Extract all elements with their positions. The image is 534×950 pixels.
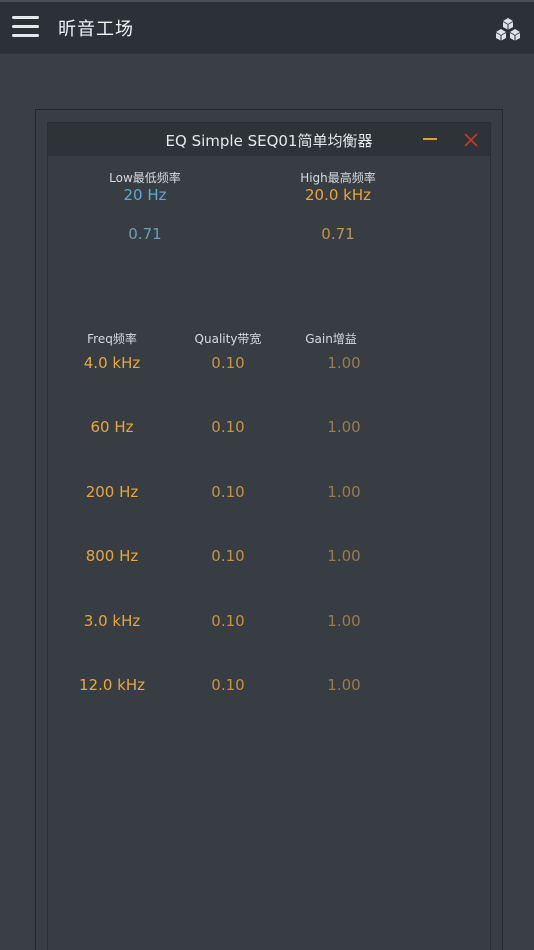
gain-header: Gain增益 xyxy=(305,332,357,346)
band-6-gain[interactable]: 1.00 xyxy=(294,676,394,694)
high-freq-value[interactable]: 20.0 kHz xyxy=(278,186,398,204)
band-5-gain[interactable]: 1.00 xyxy=(294,612,394,630)
band-5-freq[interactable]: 3.0 kHz xyxy=(62,612,162,630)
app-title: 昕音工场 xyxy=(58,19,134,40)
band-4-quality[interactable]: 0.10 xyxy=(178,547,278,565)
band-1-quality[interactable]: 0.10 xyxy=(178,354,278,372)
band-5-quality[interactable]: 0.10 xyxy=(178,612,278,630)
top-bar: 昕音工场 xyxy=(0,0,534,54)
low-q-value[interactable]: 0.71 xyxy=(85,225,205,243)
band-2-freq[interactable]: 60 Hz xyxy=(62,418,162,436)
high-label: High最高频率 xyxy=(300,171,376,185)
quality-header: Quality带宽 xyxy=(194,332,262,346)
high-q-value[interactable]: 0.71 xyxy=(278,225,398,243)
low-freq-value[interactable]: 20 Hz xyxy=(85,186,205,204)
band-1-gain[interactable]: 1.00 xyxy=(294,354,394,372)
low-label: Low最低频率 xyxy=(109,171,181,185)
band-6-freq[interactable]: 12.0 kHz xyxy=(62,676,162,694)
band-2-quality[interactable]: 0.10 xyxy=(178,418,278,436)
band-2-gain[interactable]: 1.00 xyxy=(294,418,394,436)
band-1-freq[interactable]: 4.0 kHz xyxy=(62,354,162,372)
eq-dialog: EQ Simple SEQ01简单均衡器 Low最低频率 20 Hz 0.71 … xyxy=(47,122,491,950)
band-3-quality[interactable]: 0.10 xyxy=(178,483,278,501)
hamburger-menu-icon[interactable] xyxy=(12,16,40,40)
dialog-header: EQ Simple SEQ01简单均衡器 xyxy=(48,123,490,156)
band-6-quality[interactable]: 0.10 xyxy=(178,676,278,694)
band-4-gain[interactable]: 1.00 xyxy=(294,547,394,565)
dialog-title: EQ Simple SEQ01简单均衡器 xyxy=(165,132,373,150)
band-3-gain[interactable]: 1.00 xyxy=(294,483,394,501)
band-3-freq[interactable]: 200 Hz xyxy=(62,483,162,501)
app-root: 昕音工场 EQ Simple SEQ01简单均衡器 Low最低频率 20 Hz … xyxy=(0,0,534,950)
minimize-icon[interactable] xyxy=(423,138,437,140)
cubes-icon[interactable] xyxy=(494,16,522,44)
band-4-freq[interactable]: 800 Hz xyxy=(62,547,162,565)
close-icon[interactable] xyxy=(462,131,480,149)
freq-header: Freq频率 xyxy=(87,332,137,346)
